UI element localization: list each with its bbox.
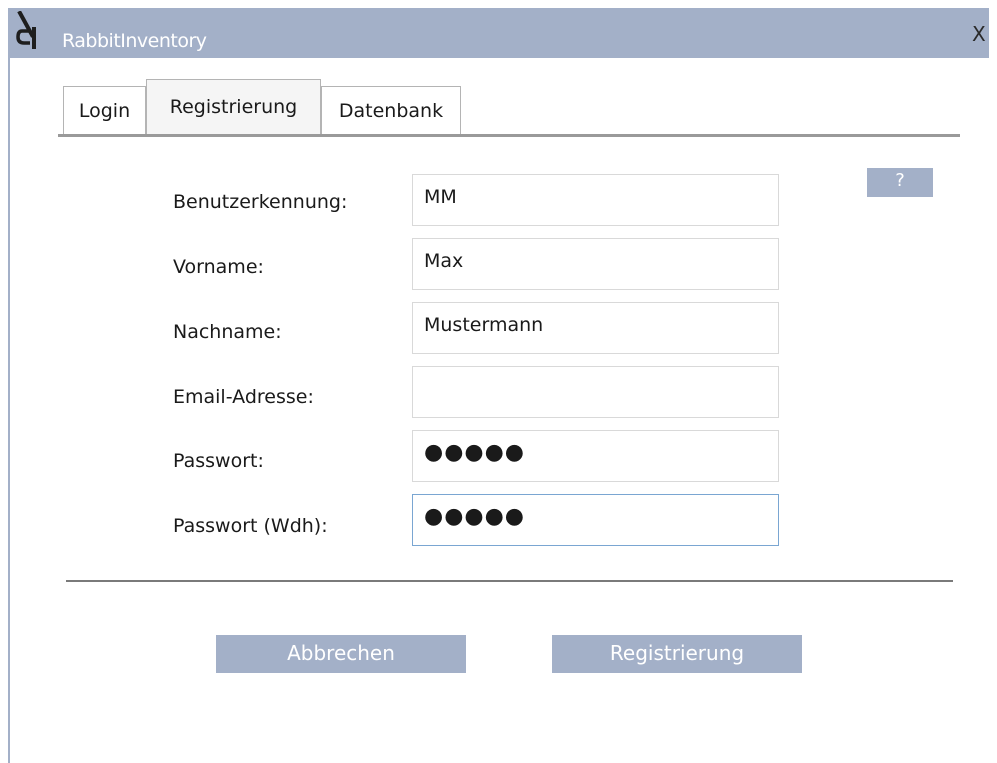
tab-datenbank[interactable]: Datenbank: [321, 86, 461, 134]
close-button[interactable]: X: [972, 22, 986, 46]
register-button[interactable]: Registrierung: [552, 635, 802, 673]
last-name-label: Nachname:: [173, 321, 282, 343]
window-left-border: [8, 58, 10, 763]
first-name-label: Vorname:: [173, 256, 264, 278]
form-divider: [66, 580, 953, 582]
rabbit-logo-icon: [16, 11, 36, 49]
email-input[interactable]: [412, 366, 779, 418]
password-repeat-input[interactable]: ●●●●●: [412, 494, 779, 546]
user-id-label: Benutzerkennung:: [173, 191, 348, 213]
tab-registrierung[interactable]: Registrierung: [146, 79, 321, 134]
window-title: RabbitInventory: [62, 30, 207, 52]
tab-login[interactable]: Login: [63, 86, 146, 134]
help-button[interactable]: ?: [867, 168, 933, 197]
cancel-button[interactable]: Abbrechen: [216, 635, 466, 673]
app-window: RabbitInventory X Login Registrierung Da…: [0, 0, 997, 763]
user-id-input[interactable]: MM: [412, 174, 779, 226]
tab-strip-underline: [58, 134, 960, 137]
password-input[interactable]: ●●●●●: [412, 430, 779, 482]
last-name-input[interactable]: Mustermann: [412, 302, 779, 354]
email-label: Email-Adresse:: [173, 386, 314, 408]
password-label: Passwort:: [173, 450, 264, 472]
password-repeat-label: Passwort (Wdh):: [173, 515, 328, 537]
first-name-input[interactable]: Max: [412, 238, 779, 290]
